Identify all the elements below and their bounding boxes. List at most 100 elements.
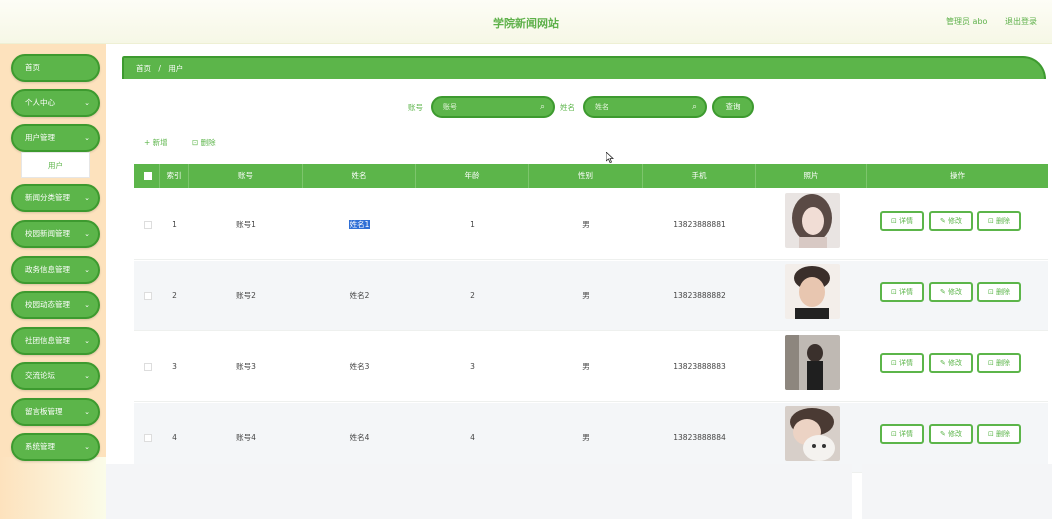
plus-icon: + bbox=[144, 138, 153, 147]
user-photo[interactable] bbox=[785, 406, 840, 461]
delete-button[interactable]: ⊡ 删除 bbox=[977, 211, 1021, 231]
cell-account: 账号1 bbox=[236, 220, 256, 229]
search-icon: ⌕ bbox=[539, 102, 545, 112]
delete-button[interactable]: ⊡ 删除 bbox=[977, 282, 1021, 302]
delete-button[interactable]: ⊡ 删除 bbox=[977, 353, 1021, 373]
mouse-cursor-icon bbox=[606, 152, 614, 163]
user-photo[interactable] bbox=[785, 264, 840, 319]
cell-gender: 男 bbox=[582, 291, 590, 300]
delete-label: 删除 bbox=[996, 288, 1011, 296]
trash-icon: ⊡ bbox=[192, 138, 201, 147]
sidebar-item-forum[interactable]: 交流论坛 ⌄ bbox=[11, 362, 100, 390]
sidebar-item-system[interactable]: 系统管理 ⌄ bbox=[11, 433, 100, 461]
cell-name: 姓名4 bbox=[349, 433, 370, 442]
edit-label: 修改 bbox=[948, 430, 963, 438]
query-button[interactable]: 查询 bbox=[712, 96, 754, 118]
sidebar-item-news-category[interactable]: 新闻分类管理 ⌄ bbox=[11, 184, 100, 212]
delete-label: 删除 bbox=[996, 430, 1011, 438]
sidebar-item-club-info[interactable]: 社团信息管理 ⌄ bbox=[11, 327, 100, 355]
delete-label: 删除 bbox=[200, 138, 216, 147]
search-bar: 账号 账号 ⌕ 姓名 姓名 ⌕ 查询 bbox=[106, 96, 1052, 118]
cell-name: 姓名2 bbox=[349, 291, 370, 300]
user-photo[interactable] bbox=[785, 193, 840, 248]
edit-button[interactable]: ✎ 修改 bbox=[929, 353, 973, 373]
table-header: 索引 账号 姓名 年龄 性别 手机 照片 操作 bbox=[134, 164, 1048, 188]
detail-button[interactable]: ⊡ 详情 bbox=[880, 424, 924, 444]
sidebar-item-campus-news[interactable]: 校园新闻管理 ⌄ bbox=[11, 220, 100, 248]
cell-phone: 13823888883 bbox=[673, 362, 726, 371]
breadcrumb: 首页 / 用户 bbox=[122, 56, 1046, 79]
delete-label: 删除 bbox=[996, 217, 1011, 225]
sidebar-item-users[interactable]: 用户管理 ⌄ bbox=[11, 124, 100, 152]
detail-button[interactable]: ⊡ 详情 bbox=[880, 353, 924, 373]
cell-name: 姓名3 bbox=[349, 362, 370, 371]
col-index: 索引 bbox=[160, 164, 189, 188]
account-placeholder: 账号 bbox=[443, 103, 457, 111]
cell-index: 1 bbox=[172, 220, 177, 229]
main-content: 首页 / 用户 账号 账号 ⌕ 姓名 姓名 ⌕ 查询 + 新增 ⊡ 删除 索引 … bbox=[106, 44, 1052, 519]
select-all-checkbox[interactable] bbox=[144, 172, 152, 180]
detail-label: 详情 bbox=[899, 288, 914, 296]
bulk-delete-button[interactable]: ⊡ 删除 bbox=[192, 137, 216, 148]
detail-button[interactable]: ⊡ 详情 bbox=[880, 211, 924, 231]
cell-gender: 男 bbox=[582, 220, 590, 229]
detail-label: 详情 bbox=[899, 217, 914, 225]
col-account: 账号 bbox=[189, 164, 303, 188]
cell-phone: 13823888882 bbox=[673, 291, 726, 300]
sidebar-item-home[interactable]: 首页 bbox=[11, 54, 100, 82]
table-row: 4 账号4 姓名4 4 男 13823888884 ⊡ 详情 ✎ 修改 ⊡ 删除 bbox=[134, 403, 1048, 473]
row-checkbox[interactable] bbox=[144, 292, 152, 300]
edit-button[interactable]: ✎ 修改 bbox=[929, 211, 973, 231]
account-label: 账号 bbox=[408, 103, 423, 112]
sidebar-item-message-board[interactable]: 留言板管理 ⌄ bbox=[11, 398, 100, 426]
row-checkbox[interactable] bbox=[144, 434, 152, 442]
col-phone: 手机 bbox=[643, 164, 756, 188]
cell-phone: 13823888884 bbox=[673, 433, 726, 442]
col-operations: 操作 bbox=[950, 171, 965, 180]
chevron-down-icon: ⌄ bbox=[84, 230, 90, 238]
logout-link[interactable]: 退出登录 bbox=[1005, 16, 1037, 27]
cell-account: 账号4 bbox=[236, 433, 256, 442]
search-icon: ⌕ bbox=[691, 102, 697, 112]
col-gender: 性别 bbox=[529, 164, 643, 188]
breadcrumb-home[interactable]: 首页 bbox=[136, 64, 151, 73]
chevron-down-icon: ⌄ bbox=[84, 99, 90, 107]
chevron-down-icon: ⌄ bbox=[84, 372, 90, 380]
sidebar-item-label: 系统管理 bbox=[25, 442, 55, 451]
table-row: 2 账号2 姓名2 2 男 13823888882 ⊡ 详情 ✎ 修改 ⊡ 删除 bbox=[134, 261, 1048, 331]
chevron-down-icon: ⌄ bbox=[84, 301, 90, 309]
col-name: 姓名 bbox=[303, 164, 416, 188]
table-footer-area-right bbox=[862, 464, 1052, 519]
edit-button[interactable]: ✎ 修改 bbox=[929, 282, 973, 302]
cell-name: 姓名1 bbox=[303, 190, 416, 260]
row-checkbox[interactable] bbox=[144, 221, 152, 229]
name-search-input[interactable]: 姓名 ⌕ bbox=[583, 96, 707, 118]
top-bar: 学院新闻网站 管理员 abo 退出登录 bbox=[0, 0, 1052, 44]
cell-index: 4 bbox=[172, 433, 177, 442]
account-search-input[interactable]: 账号 ⌕ bbox=[431, 96, 555, 118]
detail-label: 详情 bbox=[899, 359, 914, 367]
table-row: 3 账号3 姓名3 3 男 13823888883 ⊡ 详情 ✎ 修改 ⊡ 删除 bbox=[134, 332, 1048, 402]
sidebar-item-gov-info[interactable]: 政务信息管理 ⌄ bbox=[11, 256, 100, 284]
detail-button[interactable]: ⊡ 详情 bbox=[880, 282, 924, 302]
add-label: 新增 bbox=[152, 138, 168, 147]
sidebar-item-profile[interactable]: 个人中心 ⌄ bbox=[11, 89, 100, 117]
detail-label: 详情 bbox=[899, 430, 914, 438]
edit-label: 修改 bbox=[948, 288, 963, 296]
chevron-down-icon: ⌄ bbox=[84, 194, 90, 202]
sidebar-item-campus-dynamics[interactable]: 校园动态管理 ⌄ bbox=[11, 291, 100, 319]
sidebar-item-label: 校园新闻管理 bbox=[25, 229, 70, 238]
add-button[interactable]: + 新增 bbox=[144, 137, 168, 148]
sidebar-item-label: 首页 bbox=[25, 63, 40, 72]
cell-index: 2 bbox=[172, 291, 177, 300]
name-placeholder: 姓名 bbox=[595, 103, 609, 111]
user-photo[interactable] bbox=[785, 335, 840, 390]
edit-button[interactable]: ✎ 修改 bbox=[929, 424, 973, 444]
breadcrumb-separator: / bbox=[158, 64, 161, 73]
sidebar-item-label: 个人中心 bbox=[25, 98, 55, 107]
row-checkbox[interactable] bbox=[144, 363, 152, 371]
delete-button[interactable]: ⊡ 删除 bbox=[977, 424, 1021, 444]
cell-account: 账号2 bbox=[236, 291, 256, 300]
chevron-down-icon: ⌄ bbox=[84, 443, 90, 451]
sidebar-subitem-user[interactable]: 用户 bbox=[21, 152, 90, 178]
